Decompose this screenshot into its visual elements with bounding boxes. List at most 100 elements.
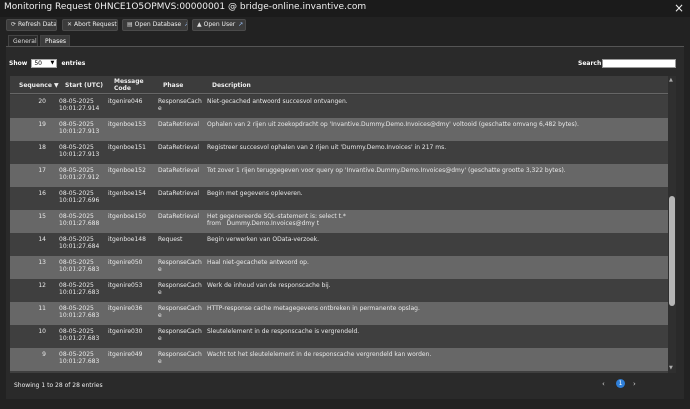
search-input[interactable]: [602, 59, 676, 68]
scroll-up-icon[interactable]: ▲: [669, 77, 673, 83]
cell-description: Werk de inhoud van de responscache bij.: [207, 282, 331, 289]
cell-message-code: itgenboe151: [108, 144, 146, 151]
start-date: 08-05-2025: [59, 98, 94, 105]
vertical-scrollbar[interactable]: ▲ ▼: [668, 76, 676, 373]
cell-sequence: 17: [38, 167, 46, 174]
open-user-label: Open User: [203, 21, 236, 28]
phase-line1: DataRetrieval: [158, 213, 199, 220]
page-length-select[interactable]: 50 ▼: [31, 59, 58, 68]
cell-message-code: itgenboe152: [108, 167, 146, 174]
cell-message-code: itgenire049: [108, 351, 143, 358]
close-icon[interactable]: ×: [674, 1, 684, 15]
next-page-icon[interactable]: ›: [633, 380, 641, 388]
cell-sequence: 9: [42, 351, 46, 358]
phase-line1: ResponseCach: [158, 305, 202, 312]
start-date: 08-05-2025: [59, 144, 94, 151]
cell-message-code: itgenboe153: [108, 121, 146, 128]
cell-start: 08-05-2025 10:01:27.684: [59, 236, 99, 250]
open-database-button[interactable]: ▤Open Database↗: [122, 19, 188, 31]
table-row[interactable]: 808-05-202510:01:27.683itgenire029Respon…: [10, 371, 676, 373]
start-time: 10:01:27.683: [59, 266, 100, 273]
cell-start: 08-05-2025 10:01:27.912: [59, 167, 99, 181]
start-date: 08-05-2025: [59, 121, 94, 128]
start-date: 08-05-2025: [59, 328, 94, 335]
start-time: 10:01:27.913: [59, 128, 100, 135]
phase-line1: DataRetrieval: [158, 144, 199, 151]
external-link-icon: ↗: [238, 21, 244, 28]
cell-description: Het gegenereerde SQL-statement is: selec…: [207, 213, 346, 227]
cell-message-code: itgenire050: [108, 259, 143, 266]
column-header-start[interactable]: Start (UTC): [65, 82, 103, 89]
table-row[interactable]: 15 08-05-2025 10:01:27.688 itgenboe150 DataR…: [10, 210, 676, 233]
table-row[interactable]: 16 08-05-2025 10:01:27.696 itgenboe154 DataR…: [10, 187, 676, 210]
cell-phase: ResponseCach e: [158, 282, 202, 296]
tab-phases[interactable]: Phases: [40, 35, 70, 46]
phase-line1: ResponseCach: [158, 282, 202, 289]
table-row[interactable]: 18 08-05-2025 10:01:27.913 itgenboe151 DataR…: [10, 141, 676, 164]
cell-phase: ResponseCach e: [158, 351, 202, 365]
table-row[interactable]: 19 08-05-2025 10:01:27.913 itgenboe153 DataR…: [10, 118, 676, 141]
phases-table: Sequence ▼ Start (UTC) Message Code Phas…: [10, 76, 676, 373]
column-header-code-line2[interactable]: Code: [114, 85, 131, 92]
phase-line1: Request: [158, 236, 183, 243]
cell-phase: DataRetrieval: [158, 144, 199, 151]
cell-message-code: itgenire046: [108, 98, 143, 105]
table-row[interactable]: 9 08-05-2025 10:01:27.683 itgenire049 Respon…: [10, 348, 676, 371]
start-date: 08-05-2025: [59, 167, 94, 174]
external-link-icon: ↗: [184, 20, 187, 30]
phase-line1: ResponseCach: [158, 351, 202, 358]
cell-description: Ophalen van 2 rijen uit zoekopdracht op …: [207, 121, 579, 128]
cell-sequence: 12: [38, 282, 46, 289]
table-row[interactable]: 10 08-05-2025 10:01:27.683 itgenire030 Respo…: [10, 325, 676, 348]
start-time: 10:01:27.914: [59, 105, 100, 112]
cell-description: HTTP-response cache metagegevens ontbrek…: [207, 305, 420, 312]
refresh-data-button[interactable]: ⟳ Refresh Data: [6, 19, 57, 31]
cell-start: 08-05-2025 10:01:27.913: [59, 121, 99, 135]
table-row[interactable]: 17 08-05-2025 10:01:27.912 itgenboe152 DataR…: [10, 164, 676, 187]
start-time: 10:01:27.684: [59, 243, 100, 250]
cell-message-code: itgenire036: [108, 305, 143, 312]
cell-phase: DataRetrieval: [158, 190, 199, 197]
page-length-control: Show 50 ▼ entries: [9, 59, 85, 68]
cell-phase: ResponseCach e: [158, 328, 202, 342]
cell-sequence: 16: [38, 190, 46, 197]
open-user-button[interactable]: ▲ Open User ↗: [192, 19, 246, 31]
column-header-phase[interactable]: Phase: [163, 82, 183, 89]
table-row[interactable]: 12 08-05-2025 10:01:27.683 itgenire053 Respo…: [10, 279, 676, 302]
phase-line1: ResponseCach: [158, 259, 202, 266]
table-row[interactable]: 20 08-05-2025 10:01:27.914 itgenire046 Respo…: [10, 95, 676, 118]
phase-line1: DataRetrieval: [158, 190, 199, 197]
column-header-code-line1[interactable]: Message: [114, 78, 144, 85]
cell-start: 08-05-2025 10:01:27.683: [59, 328, 99, 342]
chevron-down-icon: ▼: [50, 60, 55, 66]
window-title: Monitoring Request 0HNCE1O5OPMVS:0000000…: [4, 2, 367, 12]
start-date: 08-05-2025: [59, 190, 94, 197]
cell-sequence: 18: [38, 144, 46, 151]
cell-phase: ResponseCach e: [158, 305, 202, 319]
page-button-current[interactable]: 1: [616, 379, 625, 388]
monitoring-request-window: Monitoring Request 0HNCE1O5OPMVS:0000000…: [0, 0, 690, 409]
tab-general[interactable]: General: [8, 35, 38, 46]
table-row[interactable]: 13 08-05-2025 10:01:27.683 itgenire050 Respo…: [10, 256, 676, 279]
scrollbar-thumb[interactable]: [669, 196, 675, 306]
previous-page-icon[interactable]: ‹: [602, 380, 610, 388]
cell-sequence: 11: [38, 305, 46, 312]
table-info: Showing 1 to 28 of 28 entries: [14, 382, 103, 389]
show-label: Show: [9, 60, 28, 67]
cell-phase: DataRetrieval: [158, 167, 199, 174]
abort-request-button[interactable]: ✕ Abort Request: [62, 19, 118, 31]
column-header-sequence[interactable]: Sequence ▼: [19, 82, 59, 89]
phase-line2: e: [158, 358, 162, 365]
cell-description: Begin met gegevens opleveren.: [207, 190, 303, 197]
cell-message-code: itgenboe154: [108, 190, 146, 197]
phase-line1: DataRetrieval: [158, 167, 199, 174]
column-header-description[interactable]: Description: [212, 82, 251, 89]
table-row[interactable]: 11 08-05-2025 10:01:27.683 itgenire036 Respo…: [10, 302, 676, 325]
page-length-value: 50: [34, 60, 42, 67]
scroll-down-icon[interactable]: ▼: [669, 365, 673, 371]
table-row[interactable]: 14 08-05-2025 10:01:27.684 itgenboe148 Reque…: [10, 233, 676, 256]
phase-line1: ResponseCach: [158, 98, 202, 105]
cell-sequence: 20: [38, 98, 46, 105]
start-date: 08-05-2025: [59, 305, 94, 312]
start-time: 10:01:27.683: [59, 335, 100, 342]
